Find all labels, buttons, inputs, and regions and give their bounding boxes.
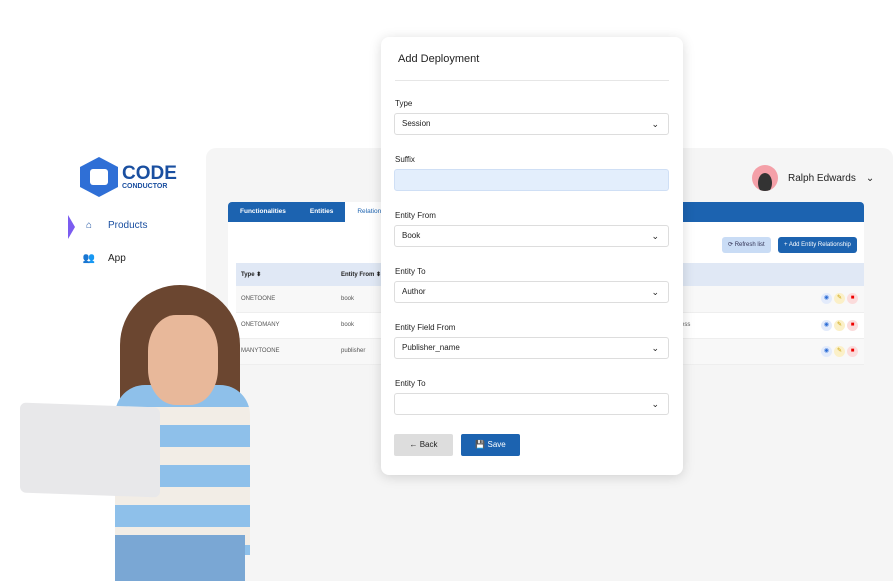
user-menu[interactable]: Ralph Edwards ⌄	[752, 165, 874, 191]
tab-entities[interactable]: Entities	[298, 202, 345, 222]
entity-to-value: Author	[402, 287, 426, 296]
entity-field-from-select[interactable]: Publisher_name ⌄	[394, 337, 669, 359]
arrow-left-icon: ←	[409, 440, 418, 449]
chevron-down-icon: ⌄	[651, 343, 659, 353]
row-actions: ◉ ✎ ■	[717, 286, 864, 313]
home-icon: ⌂	[85, 220, 93, 231]
type-label: Type	[395, 99, 413, 108]
entity-to-select[interactable]: Author ⌄	[394, 281, 669, 303]
suffix-input[interactable]	[394, 169, 669, 191]
entity-from-label: Entity From	[395, 211, 436, 220]
entity-to-2-select[interactable]: ⌄	[394, 393, 669, 415]
add-deployment-modal: Add Deployment Type Session ⌄ Suffix Enti…	[381, 37, 683, 475]
logo: CODE CONDUCTOR	[80, 157, 177, 197]
type-select[interactable]: Session ⌄	[394, 113, 669, 135]
users-icon: 👥	[82, 253, 96, 264]
avatar	[752, 165, 778, 191]
view-icon[interactable]: ◉	[821, 345, 832, 357]
chevron-down-icon: ⌄	[651, 231, 659, 241]
back-label: Back	[419, 440, 438, 449]
chevron-down-icon: ⌄	[865, 172, 875, 184]
entity-to-label: Entity To	[395, 267, 426, 276]
row-actions: ◉ ✎ ■	[717, 312, 864, 339]
tab-functionalities[interactable]: Functionalities	[228, 202, 298, 222]
woman-with-laptop-photo	[20, 285, 310, 581]
view-icon[interactable]: ◉	[821, 319, 832, 331]
delete-icon[interactable]: ■	[847, 293, 858, 305]
edit-icon[interactable]: ✎	[834, 319, 845, 331]
divider	[395, 80, 669, 81]
entity-from-select[interactable]: Book ⌄	[394, 225, 669, 247]
modal-title: Add Deployment	[398, 53, 480, 65]
sidebar-item-label: Products	[108, 220, 148, 231]
back-button[interactable]: ← Back	[394, 434, 453, 456]
entity-field-from-value: Publisher_name	[402, 343, 460, 352]
user-name: Ralph Edwards	[788, 172, 856, 184]
edit-icon[interactable]: ✎	[834, 345, 845, 357]
entity-from-value: Book	[402, 231, 421, 240]
entity-to-2-label: Entity To	[395, 379, 426, 388]
delete-icon[interactable]: ■	[847, 345, 858, 357]
refresh-list-button[interactable]: ⟳ Refresh list	[722, 237, 771, 253]
logo-subtext: CONDUCTOR	[122, 182, 168, 190]
row-actions: ◉ ✎ ■	[717, 338, 864, 365]
entity-field-from-label: Entity Field From	[395, 323, 456, 332]
edit-icon[interactable]: ✎	[834, 293, 845, 305]
add-entity-relationship-button[interactable]: + Add Entity Relationship	[778, 237, 857, 253]
sidebar-item-label: App	[108, 253, 126, 264]
save-label: Save	[487, 440, 506, 449]
sidebar-item-app[interactable]: 👥 App	[82, 253, 126, 264]
save-button[interactable]: 💾 Save	[461, 434, 520, 456]
chevron-down-icon: ⌄	[651, 119, 659, 129]
active-indicator	[68, 215, 75, 239]
chevron-down-icon: ⌄	[651, 399, 659, 409]
suffix-label: Suffix	[395, 155, 415, 164]
column-header-type[interactable]: Type ⬍	[236, 263, 336, 286]
robot-logo-icon	[80, 157, 118, 197]
chevron-down-icon: ⌄	[651, 287, 659, 297]
logo-text: CODE	[122, 162, 177, 184]
floppy-disk-icon: 💾	[475, 440, 486, 449]
sidebar-item-products[interactable]: ⌂ Products	[82, 220, 148, 231]
view-icon[interactable]: ◉	[821, 293, 832, 305]
delete-icon[interactable]: ■	[847, 319, 858, 331]
type-value: Session	[402, 119, 431, 128]
